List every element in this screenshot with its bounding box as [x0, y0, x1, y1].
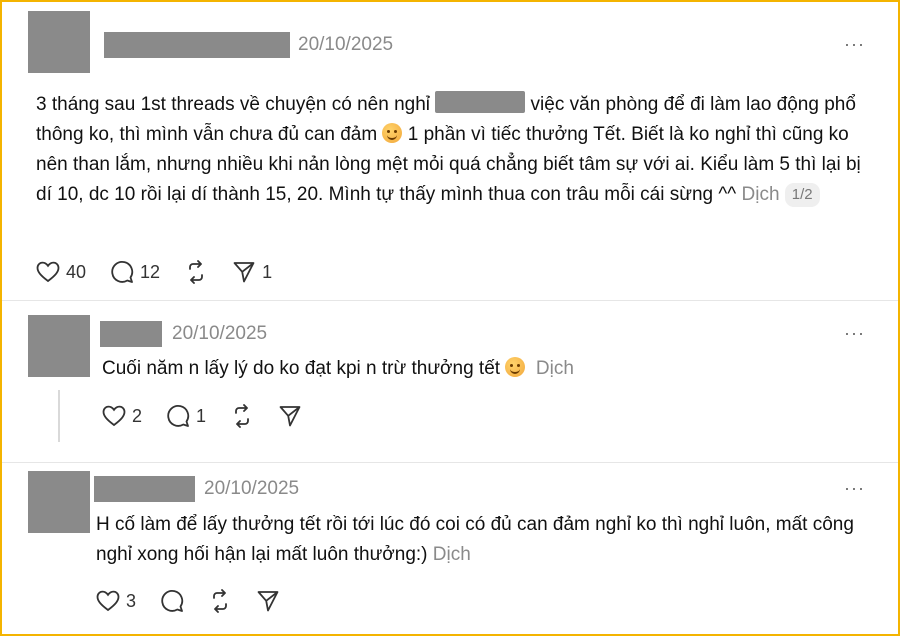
divider: [2, 462, 898, 463]
post-actions: 40 12 1: [36, 260, 296, 284]
comment-count: 1: [196, 405, 207, 426]
comment-icon: [167, 405, 190, 427]
share-button[interactable]: 1: [232, 260, 272, 284]
reply-text: Cuối năm n lấy lý do ko đạt kpi n trừ th…: [102, 357, 574, 379]
like-count: 2: [132, 405, 143, 426]
translate-link[interactable]: Dịch: [536, 358, 574, 379]
username-redacted[interactable]: [100, 321, 162, 347]
reply-text: H cố làm để lấy thưởng tết rồi tới lúc đ…: [96, 514, 854, 565]
translate-link[interactable]: Dịch: [742, 184, 780, 205]
like-count: 3: [126, 590, 137, 611]
screenshot-frame: 20/10/2025 ··· 3 tháng sau 1st threads v…: [0, 0, 900, 636]
comment-icon: [161, 590, 184, 612]
reply-timestamp: 20/10/2025: [204, 478, 300, 499]
comment-icon: [111, 261, 134, 283]
reply-actions: 2 1: [102, 404, 326, 428]
send-icon: [233, 262, 255, 283]
avatar[interactable]: [28, 11, 90, 73]
send-icon: [257, 591, 279, 612]
repost-icon: [235, 404, 249, 428]
repost-icon: [189, 260, 203, 284]
send-icon: [279, 406, 301, 427]
heart-icon: [36, 261, 60, 283]
smile-emoji-icon: [382, 123, 403, 143]
repost-button[interactable]: [208, 589, 232, 613]
repost-button[interactable]: [184, 260, 208, 284]
more-options-button[interactable]: ···: [844, 478, 865, 499]
like-button[interactable]: 3: [96, 590, 136, 612]
comment-button[interactable]: [160, 589, 184, 613]
page-indicator[interactable]: 1/2: [784, 183, 820, 207]
username-redacted[interactable]: [94, 476, 195, 502]
more-options-button[interactable]: ···: [844, 323, 865, 344]
avatar[interactable]: [28, 471, 90, 533]
username-redacted[interactable]: [104, 32, 290, 58]
smile-emoji-icon: [505, 357, 526, 377]
share-button[interactable]: [278, 404, 302, 428]
like-count: 40: [66, 261, 87, 282]
comment-count: 12: [140, 261, 161, 282]
translate-link[interactable]: Dịch: [433, 544, 471, 565]
reply-timestamp: 20/10/2025: [172, 323, 268, 344]
like-button[interactable]: 40: [36, 261, 86, 283]
redacted-text: [435, 91, 526, 113]
comment-button[interactable]: 1: [166, 404, 206, 428]
repost-button[interactable]: [230, 404, 254, 428]
post-text: 3 tháng sau 1st threads về chuyện có nên…: [36, 90, 876, 210]
heart-icon: [102, 405, 126, 427]
like-button[interactable]: 2: [102, 405, 142, 427]
post-timestamp: 20/10/2025: [298, 34, 394, 55]
share-button[interactable]: [256, 589, 280, 613]
comment-button[interactable]: 12: [110, 260, 160, 284]
share-count: 1: [262, 261, 273, 282]
avatar[interactable]: [28, 315, 90, 377]
more-options-button[interactable]: ···: [844, 34, 865, 55]
reply-actions: 3: [96, 589, 304, 613]
thread-line: [58, 390, 60, 442]
divider: [2, 300, 898, 301]
repost-icon: [213, 589, 227, 613]
heart-icon: [96, 590, 120, 612]
